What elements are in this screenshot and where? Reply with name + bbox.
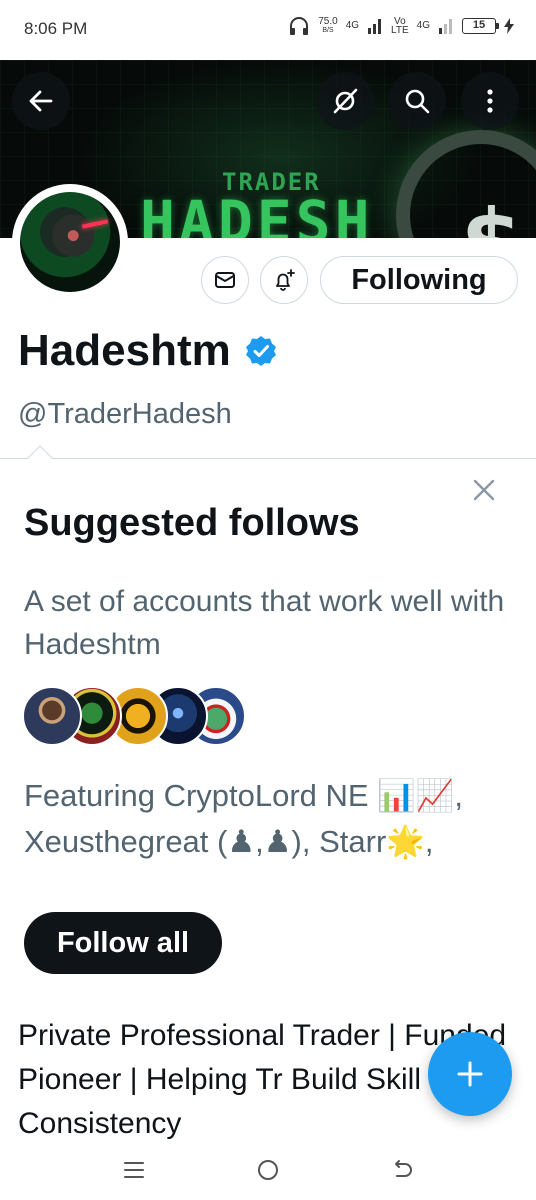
banner-dollar-graphic: $	[461, 190, 522, 238]
display-name-row: Hadeshtm	[18, 326, 277, 376]
avatar-image	[20, 192, 120, 292]
headphones-icon	[290, 17, 309, 35]
status-icons: 75.0 B/S 4G Vo LTE 4G 15	[288, 16, 514, 36]
suggested-divider	[0, 458, 536, 459]
status-time: 8:06 PM	[24, 19, 88, 38]
network-4g-label: 4G	[345, 20, 360, 31]
compose-plus-icon	[457, 1061, 483, 1087]
signal-icon	[368, 19, 382, 34]
search-icon	[405, 89, 430, 114]
network-speed: 75.0 B/S	[318, 16, 338, 35]
network-4g-label-2: 4G	[416, 20, 430, 31]
mail-icon	[215, 272, 235, 288]
profile-avatar[interactable]	[12, 184, 128, 300]
status-bar: 8:06 PM 75.0 B/S 4G Vo LTE 4G 15	[0, 0, 536, 60]
display-name: Hadeshtm	[18, 326, 231, 375]
back-nav-icon[interactable]	[388, 1156, 416, 1184]
notifications-button[interactable]	[260, 256, 308, 304]
volte-label: Vo LTE	[391, 16, 409, 36]
charging-bolt-icon	[504, 18, 514, 34]
more-button[interactable]	[461, 72, 519, 130]
suggested-featuring: Featuring CryptoLord NE 📊📈, Xeusthegreat…	[24, 778, 464, 859]
message-button[interactable]	[201, 256, 249, 304]
grok-icon	[333, 88, 358, 114]
bell-plus-icon	[276, 269, 295, 291]
compose-button[interactable]	[428, 1032, 512, 1116]
suggested-caret	[27, 445, 53, 471]
recent-apps-icon[interactable]	[120, 1156, 148, 1184]
battery-icon: 15	[462, 18, 499, 34]
profile-handle: @TraderHadesh	[18, 398, 232, 430]
system-nav-bar	[0, 1140, 536, 1200]
search-button[interactable]	[388, 72, 446, 130]
back-button[interactable]	[12, 72, 70, 130]
banner-title: HADESH	[140, 188, 374, 238]
suggested-follows-title: Suggested follows	[24, 502, 360, 544]
grok-button[interactable]	[316, 72, 374, 130]
signal-icon-2	[439, 19, 452, 34]
back-arrow-icon	[29, 90, 53, 112]
following-button[interactable]: Following	[320, 256, 518, 304]
verified-icon[interactable]	[245, 335, 277, 367]
more-icon	[487, 89, 493, 113]
suggested-follows-description: A set of accounts that work well with Ha…	[24, 585, 505, 661]
suggested-avatar-1	[22, 686, 82, 746]
follow-all-button[interactable]: Follow all	[24, 912, 222, 974]
close-icon[interactable]	[470, 476, 498, 504]
home-icon[interactable]	[254, 1156, 282, 1184]
